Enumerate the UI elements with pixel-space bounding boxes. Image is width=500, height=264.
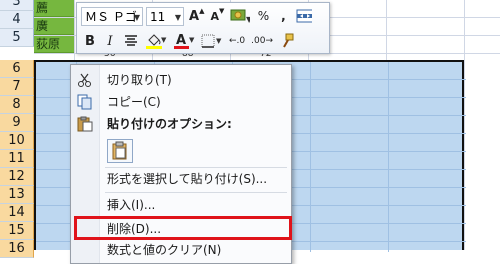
increase-decimal-button[interactable]: ← .0	[227, 31, 247, 51]
menu-item-insert[interactable]: 挿入(I)...	[71, 194, 291, 216]
scissors-icon	[78, 73, 91, 87]
merge-center-icon	[296, 9, 313, 23]
arrow-left-icon: ←	[229, 36, 237, 46]
menu-item-label: 切り取り(T)	[107, 73, 172, 87]
paste-options-icon	[77, 116, 93, 132]
copy-icon	[77, 94, 92, 110]
cell-name-row4[interactable]: 廣	[34, 18, 74, 35]
italic-button[interactable]: I	[101, 31, 119, 51]
font-size-value: 11	[150, 9, 166, 24]
font-name-box[interactable]: ＭＳ Ｐゴ ▼	[81, 6, 143, 27]
font-color-button[interactable]: A ▼	[171, 31, 197, 51]
svg-text:A: A	[176, 33, 186, 48]
comma-style-button[interactable]: ,	[274, 6, 292, 26]
row-header-14[interactable]: 14	[0, 204, 34, 222]
menu-item-label: コピー(C)	[107, 95, 161, 109]
align-center-icon	[125, 35, 137, 46]
row-header-13[interactable]: 13	[0, 186, 34, 204]
cell-name-row3[interactable]: 薦	[34, 0, 74, 17]
svg-text:▼: ▼	[216, 37, 222, 45]
row-header-12[interactable]: 12	[0, 168, 34, 186]
menu-item-label: 数式と値のクリア(N)	[107, 243, 222, 257]
svg-text:▼: ▼	[246, 15, 250, 24]
menu-item-cut[interactable]: 切り取り(T)	[71, 69, 291, 91]
decrease-decimal-button[interactable]: .00 →	[249, 31, 275, 51]
delete-highlight-box	[74, 216, 292, 240]
menu-item-paste-special[interactable]: 形式を選択して貼り付け(S)...	[71, 168, 291, 190]
svg-text:▼: ▼	[161, 36, 167, 44]
menu-item-clear-contents[interactable]: 数式と値のクリア(N)	[71, 239, 291, 261]
center-align-button[interactable]	[121, 31, 141, 51]
shrink-font-button[interactable]: A ▼	[208, 6, 226, 26]
currency-icon: ▼	[230, 9, 250, 24]
row-header-7[interactable]: 7	[0, 78, 34, 96]
cell-name-row5[interactable]: 荻原	[34, 36, 74, 53]
row-header-10[interactable]: 10	[0, 132, 34, 150]
menu-item-label: 形式を選択して貼り付け(S)...	[107, 172, 268, 186]
paste-option-button[interactable]	[107, 139, 133, 163]
font-size-box[interactable]: 11 ▼	[146, 6, 184, 27]
chevron-down-icon[interactable]: ▼	[175, 8, 181, 27]
row-header-16[interactable]: 16	[0, 240, 34, 258]
percent-style-button[interactable]: %	[254, 6, 272, 26]
menu-item-label: 貼り付けのオプション:	[107, 117, 232, 131]
menu-item-paste-options: 貼り付けのオプション:	[71, 113, 291, 135]
font-name-value: ＭＳ Ｐゴ	[85, 9, 137, 24]
merge-center-button[interactable]	[294, 6, 314, 26]
font-color-icon: A ▼	[174, 33, 195, 49]
spreadsheet: 薦 廣 荻原 56 88 72 3 4 5 6 7 8 9 10 11 12 1…	[0, 0, 500, 264]
borders-button[interactable]: ▼	[199, 31, 225, 51]
menu-item-copy[interactable]: コピー(C)	[71, 91, 291, 113]
svg-text:▼: ▼	[189, 36, 195, 44]
accounting-format-button[interactable]: ▼	[228, 6, 252, 26]
fill-color-button[interactable]: ▼	[143, 31, 169, 51]
clipboard-icon	[112, 141, 127, 160]
paint-bucket-icon: ▼	[146, 34, 167, 49]
row-header-9[interactable]: 9	[0, 114, 34, 132]
borders-icon: ▼	[201, 34, 222, 48]
triangle-up-icon: ▲	[199, 7, 205, 15]
arrow-right-icon: →	[265, 36, 274, 46]
row-header-5[interactable]: 5	[0, 29, 34, 47]
row-header-4[interactable]: 4	[0, 11, 34, 29]
chevron-down-icon[interactable]: ▼	[134, 8, 140, 27]
row-header-6[interactable]: 6	[0, 60, 34, 78]
triangle-down-icon: ▼	[219, 7, 225, 15]
format-painter-button[interactable]	[277, 31, 297, 51]
grow-font-button[interactable]: A ▲	[187, 6, 206, 26]
bold-button[interactable]: B	[81, 31, 99, 51]
row-header-15[interactable]: 15	[0, 222, 34, 240]
row-header-11[interactable]: 11	[0, 150, 34, 168]
format-painter-icon	[283, 33, 294, 48]
menu-item-label: 挿入(I)...	[107, 198, 156, 212]
row-header-3[interactable]: 3	[0, 0, 34, 11]
mini-toolbar: ＭＳ Ｐゴ ▼ 11 ▼ A ▲ A ▼ ▼ % , B I ▼ A ▼ ▼ ←…	[76, 2, 330, 54]
row-header-8[interactable]: 8	[0, 96, 34, 114]
row-headers: 3 4 5 6 7 8 9 10 11 12 13 14 15 16	[0, 0, 34, 258]
